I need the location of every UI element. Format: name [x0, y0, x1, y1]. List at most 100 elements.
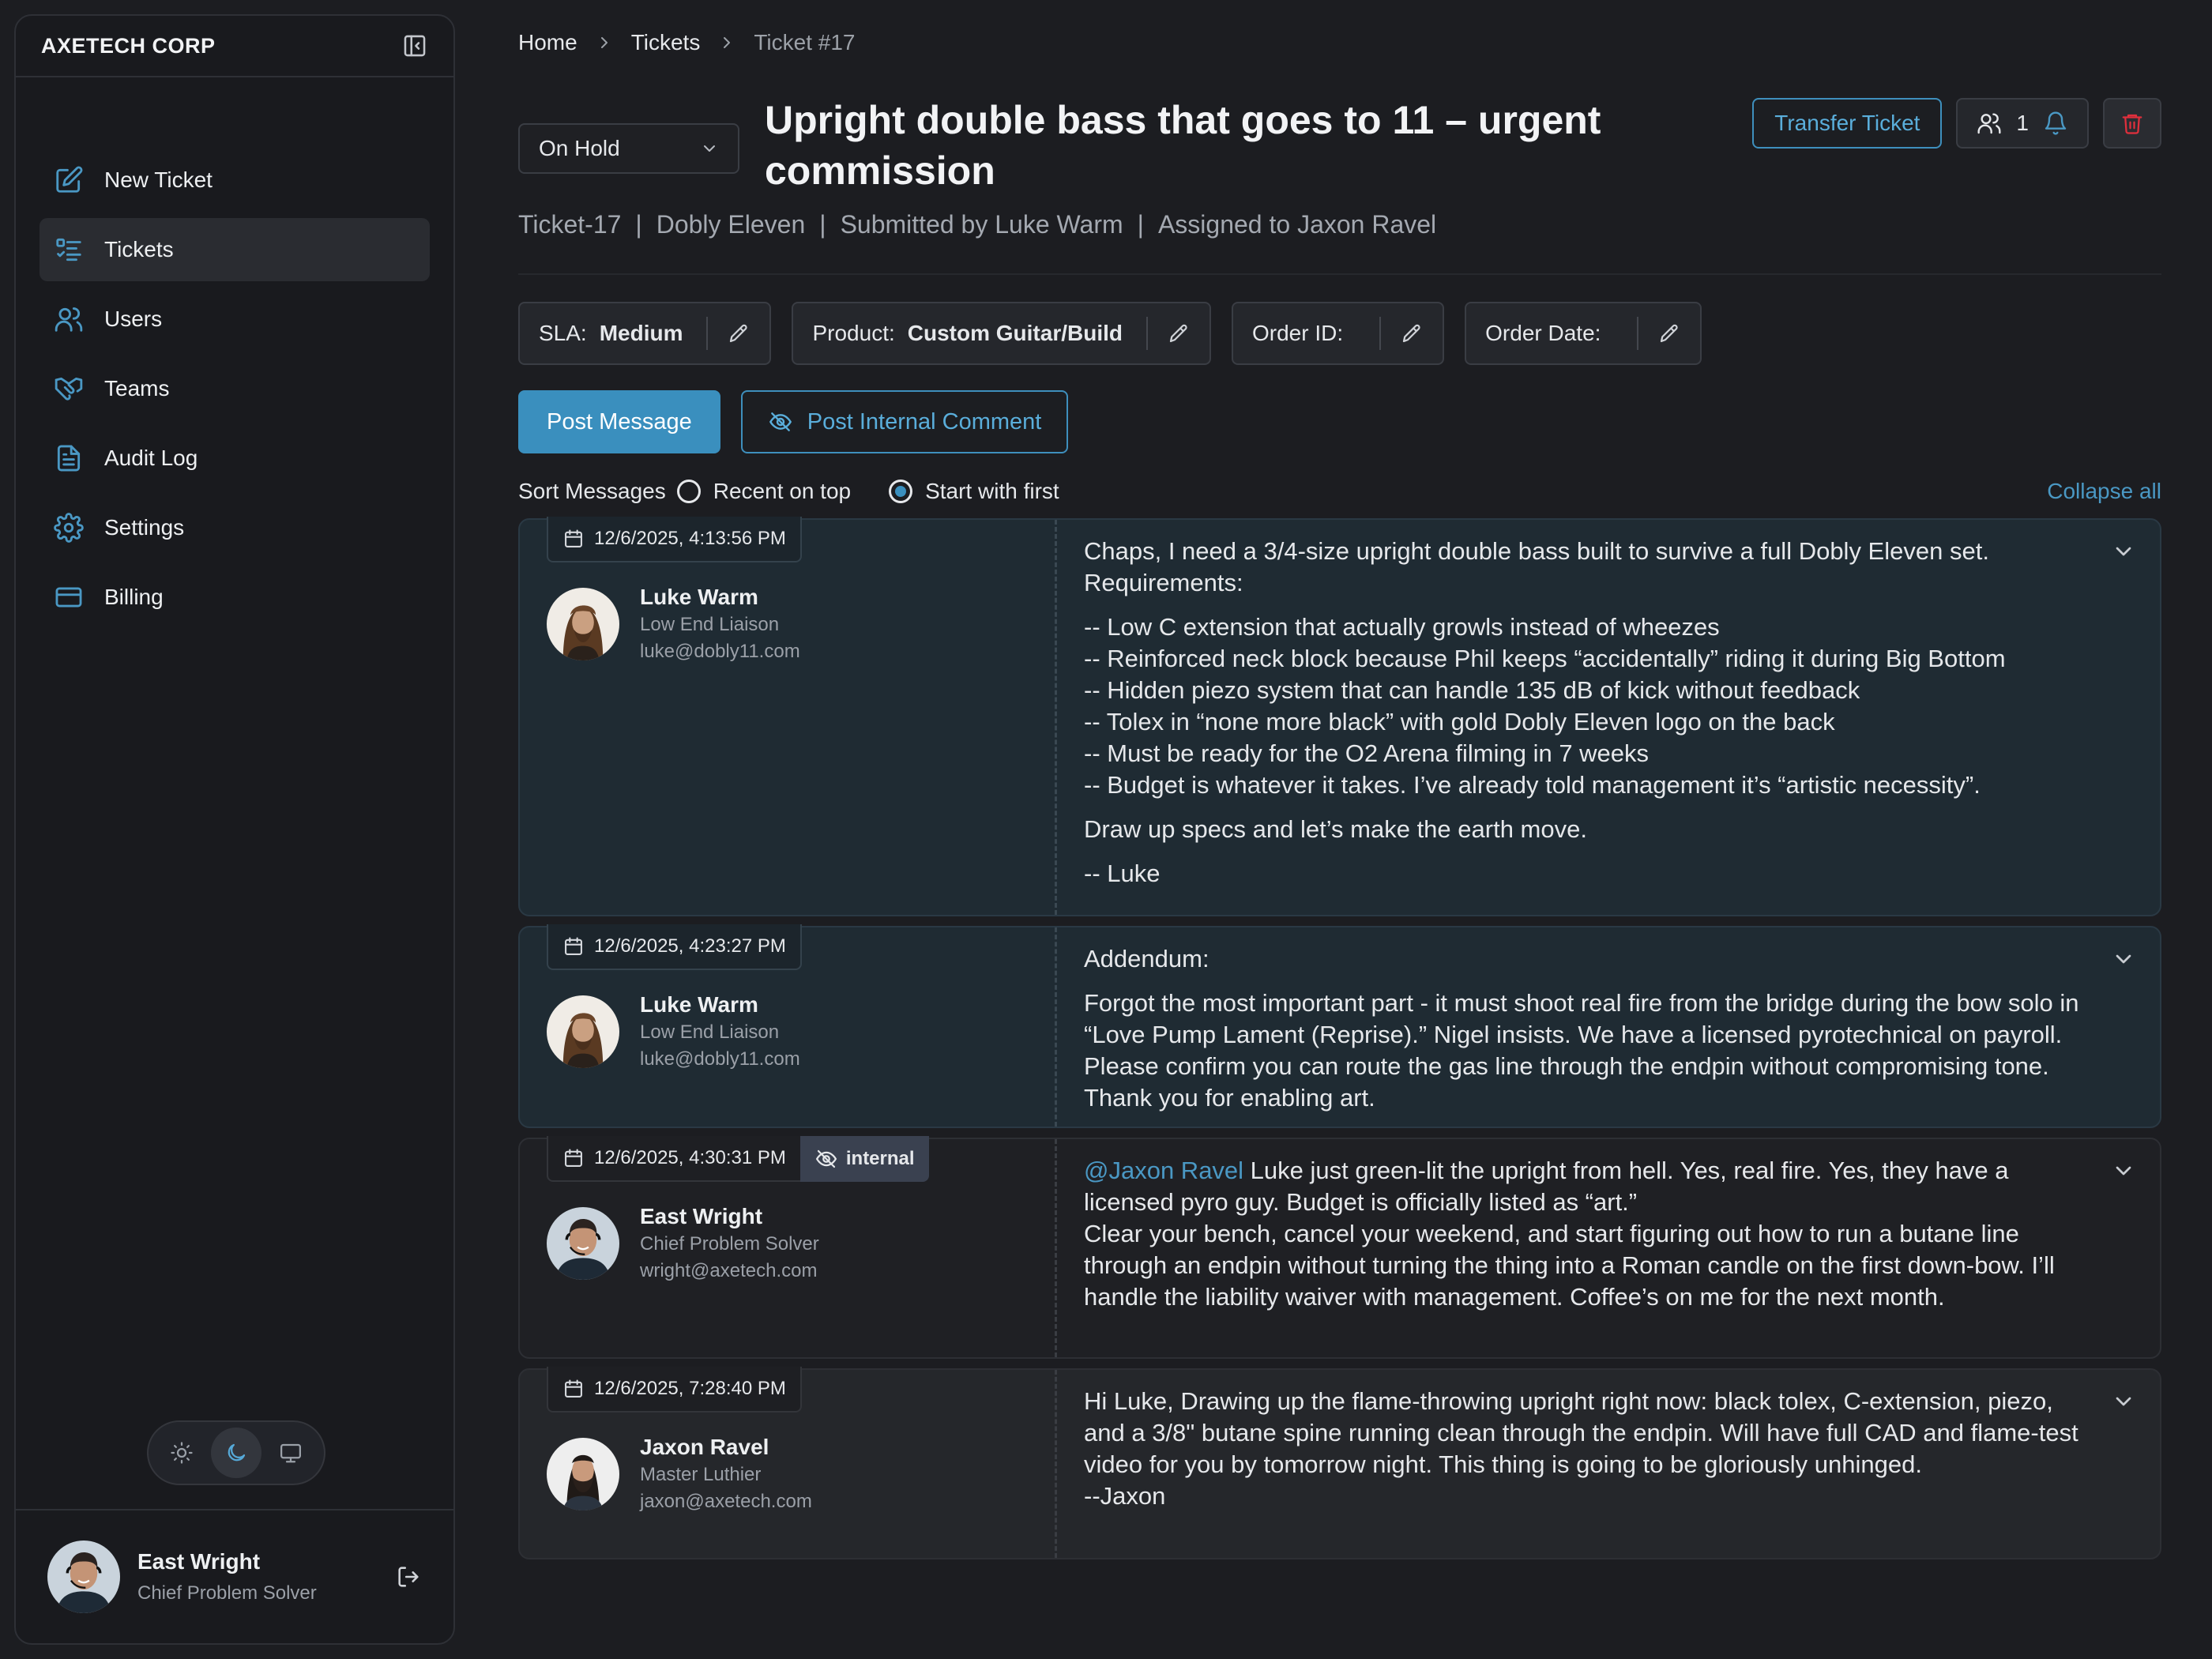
- requirements-list: -- Low C extension that actually growls …: [1084, 611, 2089, 801]
- post-message-button[interactable]: Post Message: [518, 390, 720, 453]
- author-avatar: [547, 1438, 619, 1510]
- sort-recent-label[interactable]: Recent on top: [713, 479, 851, 504]
- user-mention[interactable]: @Jaxon Ravel: [1084, 1157, 1243, 1184]
- sidebar-item-billing[interactable]: Billing: [40, 566, 430, 629]
- message-item: 12/6/2025, 4:23:27 PM Luke Warm Low End …: [518, 924, 2161, 1128]
- sidebar-item-audit-log[interactable]: Audit Log: [40, 427, 430, 490]
- sidebar-user-profile: East Wright Chief Problem Solver: [16, 1509, 453, 1643]
- message-signature: --Jaxon: [1084, 1482, 1166, 1510]
- users-icon: [55, 307, 83, 332]
- handshake-icon: [55, 377, 83, 401]
- chevron-down-icon[interactable]: [2111, 539, 2136, 564]
- message-timestamp: 12/6/2025, 4:30:31 PM: [547, 1136, 802, 1182]
- collapse-all-link[interactable]: Collapse all: [2047, 479, 2161, 504]
- message-body: Chaps, I need a 3/4-size upright double …: [1057, 520, 2160, 915]
- product-field: Product: Custom Guitar/Build: [792, 302, 1211, 365]
- chevron-down-icon[interactable]: [2111, 946, 2136, 972]
- message-item: 12/6/2025, 4:13:56 PM Luke Warm Low End …: [518, 517, 2161, 916]
- ticket-fields: SLA: Medium Product: Custom Guitar/Build…: [518, 302, 1702, 365]
- theme-light-button[interactable]: [156, 1428, 207, 1478]
- chevron-right-icon: [600, 37, 608, 48]
- sidebar-item-settings[interactable]: Settings: [40, 496, 430, 559]
- field-label: Product:: [812, 321, 895, 345]
- field-value: Medium: [599, 321, 683, 345]
- message-author-panel: 12/6/2025, 4:23:27 PM Luke Warm Low End …: [520, 924, 1057, 1127]
- theme-system-button[interactable]: [265, 1428, 316, 1478]
- status-select[interactable]: On Hold: [518, 123, 739, 174]
- user-name: East Wright: [137, 1549, 261, 1574]
- message-paragraph: Chaps, I need a 3/4-size upright double …: [1084, 537, 1989, 596]
- ticket-organization: Dobly Eleven: [656, 210, 806, 239]
- button-label: Post Internal Comment: [807, 408, 1042, 434]
- chevron-down-icon: [700, 139, 719, 158]
- sidebar-item-users[interactable]: Users: [40, 288, 430, 351]
- sidebar: AXETECH CORP New Ticket Tickets Users Te…: [14, 14, 455, 1645]
- delete-ticket-button[interactable]: [2103, 98, 2161, 149]
- monitor-icon: [280, 1443, 301, 1463]
- edit-square-icon: [56, 166, 83, 193]
- message-item: 12/6/2025, 7:28:40 PM Jaxon Ravel Master…: [518, 1367, 2161, 1559]
- logout-icon[interactable]: [395, 1563, 422, 1590]
- header-divider: [518, 273, 2161, 275]
- sidebar-item-tickets[interactable]: Tickets: [40, 218, 430, 281]
- sidebar-item-teams[interactable]: Teams: [40, 357, 430, 420]
- trash-icon: [2122, 114, 2142, 134]
- meta-separator: |: [1137, 210, 1144, 239]
- message-author-panel: 12/6/2025, 7:28:40 PM Jaxon Ravel Master…: [520, 1367, 1057, 1558]
- author-name: East Wright: [640, 1204, 763, 1228]
- watchers-button[interactable]: 1: [1956, 98, 2089, 149]
- message-paragraph: Addendum:: [1084, 945, 1209, 972]
- pencil-icon[interactable]: [1400, 322, 1424, 345]
- author-email: luke@dobly11.com: [640, 1048, 800, 1070]
- author-email: jaxon@axetech.com: [640, 1491, 812, 1512]
- chevron-down-icon[interactable]: [2111, 1389, 2136, 1414]
- timestamp-text: 12/6/2025, 7:28:40 PM: [594, 1378, 786, 1399]
- eye-off-icon: [768, 409, 793, 434]
- sort-first-radio[interactable]: [889, 480, 913, 503]
- collapse-sidebar-icon[interactable]: [401, 32, 428, 59]
- pencil-icon[interactable]: [1657, 322, 1681, 345]
- sort-first-label[interactable]: Start with first: [925, 479, 1059, 504]
- post-internal-comment-button[interactable]: Post Internal Comment: [740, 390, 1069, 453]
- order-date-field: Order Date:: [1465, 302, 1702, 365]
- timestamp-text: 12/6/2025, 4:13:56 PM: [594, 528, 786, 549]
- sidebar-item-new-ticket[interactable]: New Ticket: [40, 149, 430, 212]
- message-paragraph: Draw up specs and let’s make the earth m…: [1084, 815, 1587, 843]
- field-value: Custom Guitar/Build: [907, 321, 1123, 345]
- sort-label: Sort Messages: [518, 479, 666, 503]
- timestamp-text: 12/6/2025, 4:30:31 PM: [594, 1147, 786, 1168]
- sort-recent-radio[interactable]: [676, 480, 701, 503]
- ticket-actions: Transfer Ticket 1: [1752, 98, 2161, 149]
- internal-badge: internal: [799, 1136, 929, 1182]
- pencil-icon[interactable]: [1167, 322, 1191, 345]
- author-role: Chief Problem Solver: [640, 1233, 819, 1255]
- list-check-icon: [56, 238, 81, 261]
- message-author-panel: 12/6/2025, 4:30:31 PM internal East Wrig…: [520, 1136, 1057, 1357]
- transfer-ticket-button[interactable]: Transfer Ticket: [1752, 98, 1943, 149]
- breadcrumb-home[interactable]: Home: [518, 30, 577, 55]
- chevron-down-icon[interactable]: [2111, 1158, 2136, 1183]
- sidebar-item-label: Settings: [104, 515, 185, 540]
- author-avatar: [547, 1207, 619, 1280]
- author-avatar: [547, 995, 619, 1068]
- author-name: Luke Warm: [640, 585, 758, 609]
- breadcrumb-tickets[interactable]: Tickets: [631, 30, 701, 55]
- calendar-icon: [562, 1378, 585, 1400]
- message-author: Luke Warm Low End Liaison luke@dobly11.c…: [547, 991, 1055, 1073]
- brand-name: AXETECH CORP: [41, 33, 216, 58]
- author-email: wright@axetech.com: [640, 1260, 818, 1281]
- sidebar-header: AXETECH CORP: [16, 16, 453, 77]
- message-timestamp: 12/6/2025, 4:13:56 PM: [547, 517, 802, 562]
- theme-switcher: [147, 1420, 325, 1485]
- theme-dark-button[interactable]: [211, 1428, 261, 1478]
- message-item: 12/6/2025, 4:30:31 PM internal East Wrig…: [518, 1136, 2161, 1359]
- sidebar-item-label: Teams: [104, 376, 170, 401]
- chevron-right-icon: [724, 37, 731, 48]
- list-item: -- Low C extension that actually growls …: [1084, 613, 1720, 641]
- compose-actions: Post Message Post Internal Comment: [518, 390, 1069, 453]
- moon-icon: [228, 1443, 246, 1462]
- message-body: @Jaxon Ravel Luke just green-lit the upr…: [1057, 1139, 2160, 1357]
- pencil-icon[interactable]: [727, 322, 750, 345]
- breadcrumb: Home Tickets Ticket #17: [518, 30, 855, 55]
- sidebar-item-label: Tickets: [104, 237, 174, 261]
